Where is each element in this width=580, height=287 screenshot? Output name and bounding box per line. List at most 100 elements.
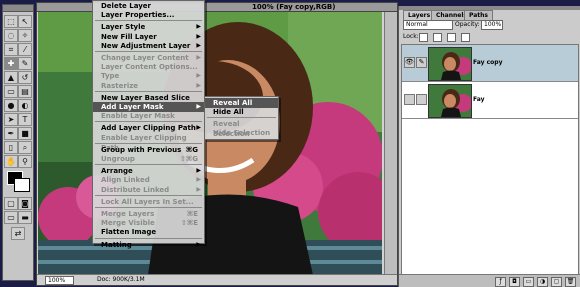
menu-item-label: Align Linked	[101, 176, 150, 185]
menu-item-matting[interactable]: Matting ▶	[93, 240, 204, 250]
marquee-tool-icon[interactable]: ⬚	[4, 15, 18, 28]
status-bar: 100% Doc: 900K/3.1M	[37, 274, 397, 285]
menu-item-label: New Adjustment Layer	[101, 41, 191, 50]
background-color-swatch[interactable]	[14, 178, 30, 192]
new-adjustment-button-icon[interactable]: ◑	[537, 277, 548, 287]
image-window-titlebar[interactable]: 100% (Fay copy,RGB)	[37, 3, 397, 12]
path-selection-tool-icon[interactable]: ➤	[4, 113, 18, 126]
menu-item-enable-layer-mask: Enable Layer Mask	[93, 111, 204, 121]
visibility-eye-icon[interactable]: 👁	[404, 57, 415, 68]
history-brush-tool-icon[interactable]: ↺	[18, 71, 32, 84]
image-window-title: 100% (Fay copy,RGB)	[252, 3, 336, 11]
shape-tool-icon[interactable]: ■	[18, 127, 32, 140]
layer-thumbnail	[428, 84, 472, 118]
menu-item-flatten-image[interactable]: Flatten Image	[93, 227, 204, 237]
dodge-tool-icon[interactable]: ◐	[18, 99, 32, 112]
lock-transparency-checkbox[interactable]	[419, 33, 428, 42]
add-mask-button-icon[interactable]: ◘	[509, 277, 520, 287]
blend-mode-select[interactable]: Normal	[403, 20, 453, 30]
menu-item-lock-all-layers-in-set: Lock All Layers In Set...	[93, 197, 204, 207]
menu-item-label: Arrange	[101, 167, 133, 176]
pen-tool-icon[interactable]: ✒	[4, 127, 18, 140]
lock-position-checkbox[interactable]	[447, 33, 456, 42]
edit-brush-icon[interactable]: ✎	[416, 57, 427, 68]
crop-tool-icon[interactable]: ⌗	[4, 43, 18, 56]
menu-item-label: Type	[101, 72, 120, 81]
photo-illustration	[38, 12, 382, 275]
menu-item-new-adjustment-layer[interactable]: New Adjustment Layer ▶	[93, 41, 204, 51]
new-layer-button-icon[interactable]: ▢	[551, 277, 562, 287]
screen-mode-full-icon[interactable]: ▬	[18, 211, 32, 224]
type-tool-icon[interactable]: T	[18, 113, 32, 126]
menu-separator	[95, 20, 202, 22]
jump-to-imageready-icon[interactable]: ⇄	[11, 227, 25, 240]
palette-button-bar: ƒ ◘ ▭ ◑ ▢ 🗑	[399, 274, 580, 287]
eyedropper-tool-icon[interactable]: ⌕	[18, 141, 32, 154]
opacity-field[interactable]: 100%	[481, 20, 503, 30]
zoom-tool-icon[interactable]: ⚲	[18, 155, 32, 168]
menu-shortcut: ⇧⌘G	[179, 155, 198, 163]
menu-item-label: Add Layer Mask	[101, 103, 164, 111]
hand-tool-icon[interactable]: ✋	[4, 155, 18, 168]
layer-thumbnail	[428, 47, 472, 81]
layer-name: Fay copy	[473, 59, 503, 66]
menu-separator	[95, 237, 202, 239]
lock-image-checkbox[interactable]	[433, 33, 442, 42]
menu-item-label: Layer Properties...	[101, 11, 175, 20]
lock-all-checkbox[interactable]	[461, 33, 470, 42]
vertical-scrollbar[interactable]	[384, 12, 397, 275]
standard-mode-icon[interactable]: ▢	[4, 197, 18, 210]
toolbox-titlebar[interactable]	[3, 5, 33, 12]
opacity-label: Opacity:	[455, 21, 480, 28]
toolbox: ⬚ ↖ ◌ ✧ ⌗ ⁄ ✚ ✎ ▲ ↺ ▭ ▤ ● ◐ ➤ T ✒ ■ ▯ ⌕ …	[2, 4, 34, 281]
submenu-item-hide-all[interactable]: Hide All	[205, 107, 278, 117]
layer-list: 👁 ✎ Fay copy Fay	[401, 44, 579, 276]
menu-item-layer-properties[interactable]: Layer Properties...	[93, 10, 204, 20]
image-window: 100% (Fay copy,RGB) 100% Doc: 900K/3.1M	[36, 2, 398, 286]
layer-name: Fay	[473, 96, 485, 103]
screen-mode-standard-icon[interactable]: ▭	[4, 211, 18, 224]
layers-palette: Layers Channels Paths Normal Opacity: 10…	[398, 6, 580, 287]
blur-tool-icon[interactable]: ●	[4, 99, 18, 112]
magic-wand-tool-icon[interactable]: ✧	[18, 29, 32, 42]
layer-style-button-icon[interactable]: ƒ	[495, 277, 506, 287]
trash-icon[interactable]: 🗑	[565, 277, 576, 287]
menu-item-label: Merge Layers	[101, 210, 155, 218]
menu-separator	[95, 121, 202, 123]
healing-brush-tool-icon[interactable]: ✚	[4, 57, 18, 70]
zoom-field[interactable]: 100%	[45, 276, 74, 285]
submenu-arrow-icon: ▶	[196, 185, 201, 193]
menu-item-label: Flatten Image	[101, 228, 157, 237]
menu-item-enable-layer-clipping-path: Enable Layer Clipping Path	[93, 133, 204, 152]
menu-separator	[207, 117, 276, 118]
menu-item-label: Ungroup	[101, 155, 135, 163]
layer-row-fay[interactable]: Fay	[402, 82, 578, 119]
lasso-tool-icon[interactable]: ◌	[4, 29, 18, 42]
menu-item-label: Layer Style	[101, 23, 146, 32]
layer-row-fay-copy[interactable]: 👁 ✎ Fay copy	[402, 45, 578, 82]
gradient-tool-icon[interactable]: ▤	[18, 85, 32, 98]
menu-item-label: Enable Layer Mask	[101, 112, 175, 121]
menu-item-label: Change Layer Content	[101, 54, 189, 62]
document-info[interactable]: Doc: 900K/3.1M	[97, 275, 145, 285]
visibility-eye-icon[interactable]	[404, 94, 415, 105]
stamp-tool-icon[interactable]: ▲	[4, 71, 18, 84]
eraser-tool-icon[interactable]: ▭	[4, 85, 18, 98]
menu-separator	[95, 164, 202, 166]
menu-item-ungroup: Ungroup ⇧⌘G	[93, 154, 204, 164]
notes-tool-icon[interactable]: ▯	[4, 141, 18, 154]
menu-separator	[95, 90, 202, 92]
edit-brush-icon[interactable]	[416, 94, 427, 105]
brush-tool-icon[interactable]: ✎	[18, 57, 32, 70]
menu-item-label: Layer Content Options...	[101, 63, 198, 72]
move-tool-icon[interactable]: ↖	[18, 15, 32, 28]
menu-item-label: Distribute Linked	[101, 185, 170, 194]
menu-separator	[95, 207, 202, 208]
submenu-item-hide-selection: Hide Selection	[213, 129, 271, 137]
menu-item-label: Group with Previous	[101, 145, 182, 154]
add-layer-mask-submenu: Reveal All Hide All Reveal Selection Hide S…	[204, 96, 279, 140]
photo-canvas[interactable]	[38, 12, 382, 275]
slice-tool-icon[interactable]: ⁄	[18, 43, 32, 56]
new-set-button-icon[interactable]: ▭	[523, 277, 534, 287]
quick-mask-mode-icon[interactable]: ◙	[18, 197, 32, 210]
